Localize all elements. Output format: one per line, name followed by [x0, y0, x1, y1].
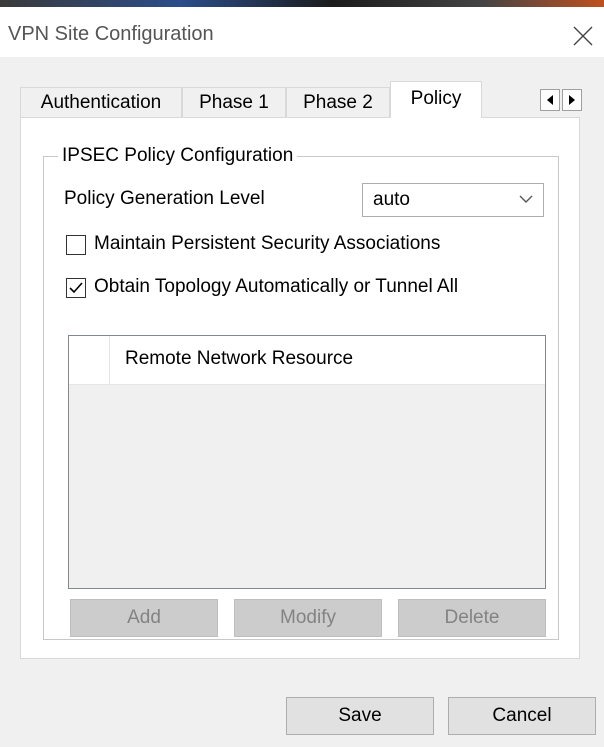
add-button: Add	[70, 599, 218, 637]
delete-button: Delete	[398, 599, 546, 637]
policy-generation-level-label: Policy Generation Level	[64, 188, 265, 209]
column-remote-network-resource[interactable]: Remote Network Resource	[125, 348, 353, 370]
policy-generation-level-select[interactable]: auto	[362, 183, 544, 217]
chevron-down-icon	[519, 195, 533, 203]
tab-strip: Authentication Phase 1 Phase 2 Policy	[20, 81, 582, 118]
cancel-button[interactable]: Cancel	[448, 697, 596, 735]
policy-tab-panel: IPSEC Policy Configuration Policy Genera…	[20, 117, 580, 659]
window-top-strip	[0, 0, 604, 7]
modify-button: Modify	[234, 599, 382, 637]
remote-network-list[interactable]: Remote Network Resource	[68, 335, 546, 589]
window-title: VPN Site Configuration	[8, 23, 214, 45]
tab-scroll-buttons	[540, 89, 584, 113]
select-value: auto	[373, 189, 410, 210]
tab-phase1[interactable]: Phase 1	[182, 87, 286, 117]
arrow-left-icon[interactable]	[540, 89, 560, 111]
ipsec-policy-group: IPSEC Policy Configuration Policy Genera…	[43, 145, 559, 640]
title-bar: VPN Site Configuration	[0, 7, 604, 57]
checkmark-icon	[69, 282, 83, 294]
tab-policy[interactable]: Policy	[390, 81, 482, 118]
dialog-body: Authentication Phase 1 Phase 2 Policy IP…	[8, 57, 596, 684]
obtain-topology-label: Obtain Topology Automatically or Tunnel …	[94, 276, 459, 297]
maintain-sa-label: Maintain Persistent Security Association…	[94, 233, 441, 254]
group-title: IPSEC Policy Configuration	[58, 145, 298, 167]
column-divider	[109, 336, 110, 384]
save-button[interactable]: Save	[286, 697, 434, 735]
arrow-right-icon[interactable]	[562, 89, 582, 111]
maintain-sa-checkbox[interactable]	[66, 235, 86, 255]
tab-authentication[interactable]: Authentication	[20, 87, 182, 117]
tab-phase2[interactable]: Phase 2	[286, 87, 390, 117]
list-header: Remote Network Resource	[69, 336, 545, 385]
close-icon[interactable]	[572, 25, 594, 47]
obtain-topology-checkbox[interactable]	[66, 278, 86, 298]
